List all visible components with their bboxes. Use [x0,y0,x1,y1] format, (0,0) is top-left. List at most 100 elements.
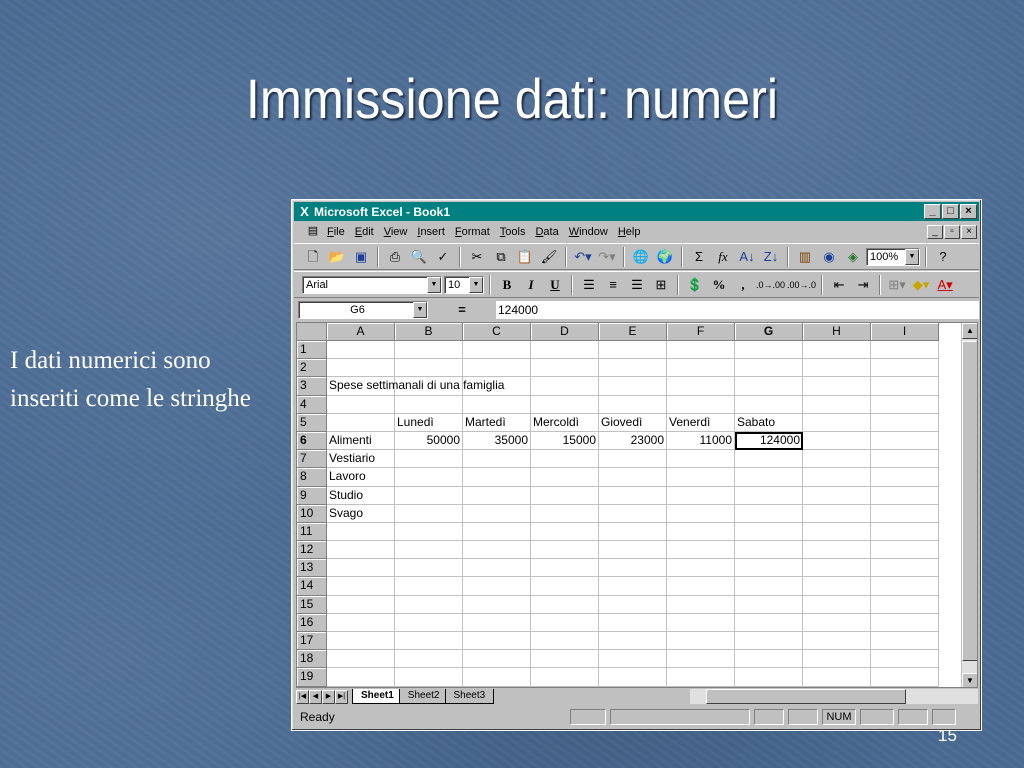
cell-i11[interactable] [871,522,939,542]
tab-sheet3[interactable]: Sheet3 [444,689,495,704]
row-header-3[interactable]: 3 [297,377,327,396]
cell-e2[interactable] [599,359,667,378]
cell-h8[interactable] [803,468,871,487]
align-center-icon[interactable]: ≡ [602,274,624,296]
doc-minimize-button[interactable]: _ [927,225,943,239]
cell-h15[interactable] [803,595,871,614]
cell-g12[interactable] [735,541,803,560]
cell-g19[interactable] [735,668,803,687]
cell-i15[interactable] [871,595,939,614]
menu-help[interactable]: Help [613,226,646,238]
select-all-corner[interactable] [297,323,327,341]
cell-d8[interactable] [531,468,599,487]
cell-a1[interactable] [327,341,395,360]
cell-b17[interactable] [395,632,463,651]
prev-sheet-icon[interactable]: ◀ [309,689,322,704]
cell-h3[interactable] [803,377,871,396]
cell-i2[interactable] [871,359,939,378]
cell-e6[interactable]: 23000 [599,431,667,451]
next-sheet-icon[interactable]: ▶ [322,689,335,704]
row-header-10[interactable]: 10 [297,504,327,523]
comma-button[interactable]: , [732,274,754,296]
cell-c2[interactable] [463,359,531,378]
cell-h12[interactable] [803,541,871,560]
cell-f8[interactable] [667,468,735,487]
cell-g13[interactable] [735,559,803,578]
cell-e13[interactable] [599,559,667,578]
row-header-14[interactable]: 14 [297,577,327,596]
sort-ascending-icon[interactable]: A↓ [736,246,758,268]
cell-c4[interactable] [463,395,531,414]
cell-b9[interactable] [395,486,463,505]
sort-descending-icon[interactable]: Z↓ [760,246,782,268]
cell-b2[interactable] [395,359,463,378]
cell-b10[interactable] [395,504,463,523]
cell-e11[interactable] [599,522,667,542]
cell-h11[interactable] [803,522,871,542]
cell-i6[interactable] [871,431,939,451]
title-bar[interactable]: X Microsoft Excel - Book1 _ □ × [294,202,979,221]
cell-f7[interactable] [667,450,735,469]
cell-a9[interactable]: Studio [327,486,395,505]
row-header-16[interactable]: 16 [297,613,327,632]
cell-i13[interactable] [871,559,939,578]
vertical-scrollbar[interactable]: ▲ ▼ [961,323,977,687]
cell-a19[interactable] [327,668,395,687]
cell-a17[interactable] [327,632,395,651]
tab-sheet1[interactable]: Sheet1 [352,689,403,704]
cell-b14[interactable] [395,577,463,596]
row-header-18[interactable]: 18 [297,650,327,669]
cell-b11[interactable] [395,522,463,542]
cell-e7[interactable] [599,450,667,469]
cell-a7[interactable]: Vestiario [327,450,395,469]
cell-f17[interactable] [667,632,735,651]
cell-b7[interactable] [395,450,463,469]
cell-i19[interactable] [871,668,939,687]
cell-a8[interactable]: Lavoro [327,468,395,487]
web-toolbar-icon[interactable]: 🌍 [654,246,676,268]
cell-a15[interactable] [327,595,395,614]
column-header-i[interactable]: I [871,323,939,341]
cell-i3[interactable] [871,377,939,396]
cell-f19[interactable] [667,668,735,687]
menu-format[interactable]: Format [450,226,495,238]
cell-d1[interactable] [531,341,599,360]
cell-d5[interactable]: Mercoldì [531,413,599,432]
cell-c11[interactable] [463,522,531,542]
cell-f13[interactable] [667,559,735,578]
row-header-8[interactable]: 8 [297,468,327,487]
cell-a12[interactable] [327,541,395,560]
cell-d11[interactable] [531,522,599,542]
cell-c3[interactable] [463,377,531,396]
horizontal-scroll-thumb[interactable] [706,689,907,704]
cell-e17[interactable] [599,632,667,651]
cell-c10[interactable] [463,504,531,523]
redo-icon[interactable]: ↷▾ [596,246,618,268]
minimize-button[interactable]: _ [924,204,941,219]
doc-close-button[interactable]: × [961,225,977,239]
chart-wizard-icon[interactable]: ▥ [794,246,816,268]
cell-e8[interactable] [599,468,667,487]
cell-d18[interactable] [531,650,599,669]
row-header-19[interactable]: 19 [297,668,327,687]
excel-app-icon[interactable]: X [297,204,312,219]
row-header-12[interactable]: 12 [297,541,327,560]
cell-b19[interactable] [395,668,463,687]
row-header-6[interactable]: 6 [297,431,327,451]
cell-c8[interactable] [463,468,531,487]
cell-g10[interactable] [735,504,803,523]
cell-b5[interactable]: Lunedì [395,413,463,432]
formula-equals[interactable]: = [432,302,492,317]
maximize-button[interactable]: □ [942,204,959,219]
cell-f5[interactable]: Venerdì [667,413,735,432]
chevron-down-icon[interactable]: ▼ [427,276,441,293]
cell-a3[interactable]: Spese settimanali di una famiglia [327,377,504,396]
cell-a18[interactable] [327,650,395,669]
scroll-down-icon[interactable]: ▼ [962,673,977,687]
column-header-g[interactable]: G [735,323,803,341]
row-header-2[interactable]: 2 [297,359,327,378]
cell-c19[interactable] [463,668,531,687]
row-header-7[interactable]: 7 [297,450,327,469]
cell-b4[interactable] [395,395,463,414]
chevron-down-icon[interactable]: ▼ [413,301,427,318]
